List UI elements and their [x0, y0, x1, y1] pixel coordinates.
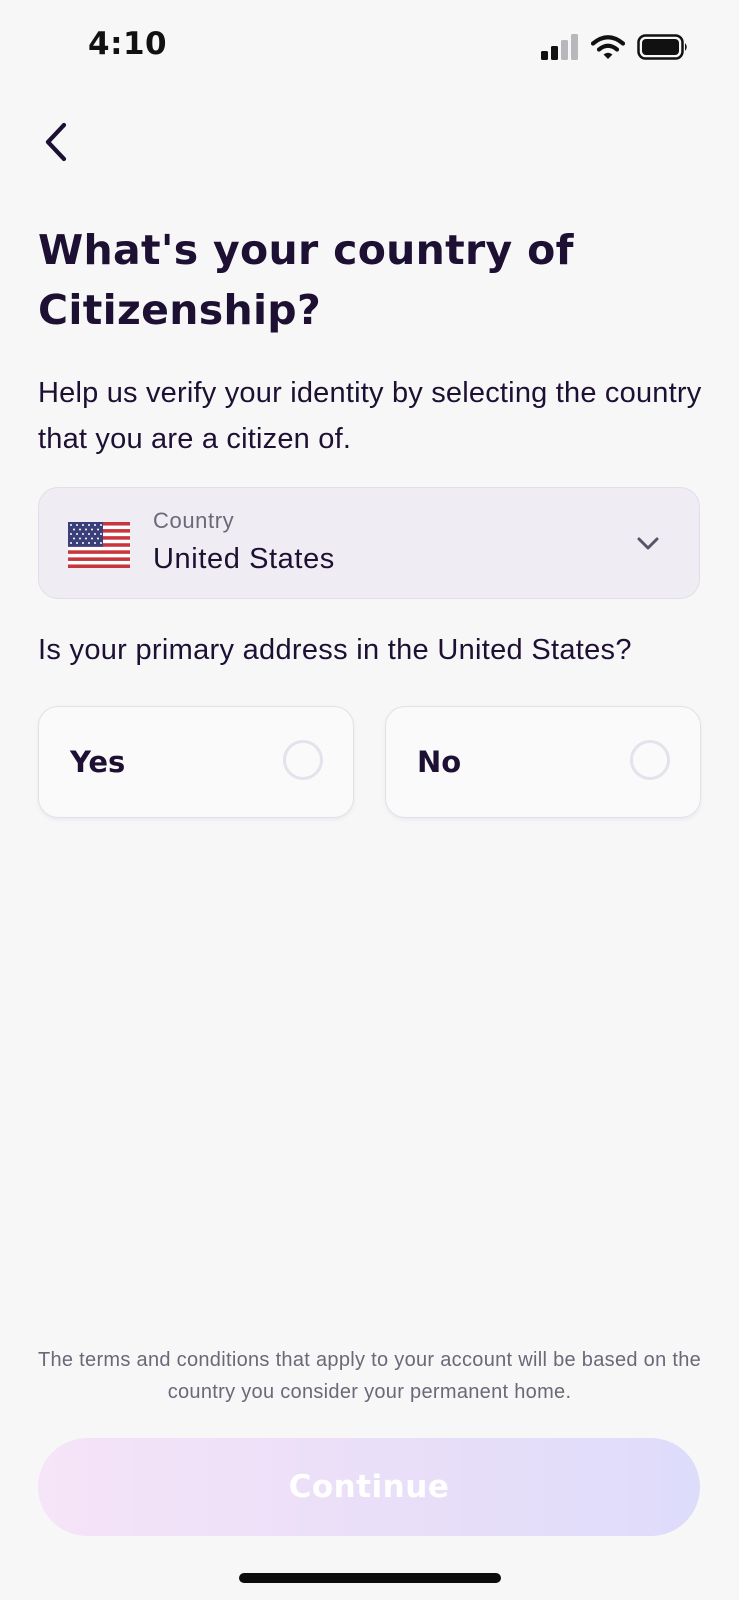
terms-text: The terms and conditions that apply to y… [37, 1349, 702, 1403]
page-title: What's your country of Citizenship? [38, 226, 574, 334]
cellular-signal-icon [541, 34, 578, 60]
back-button[interactable] [30, 112, 82, 172]
chevron-down-icon [637, 537, 659, 550]
radio-unselected-icon[interactable] [283, 740, 323, 780]
battery-icon [637, 34, 687, 60]
country-label: Country [153, 508, 235, 533]
wifi-icon [591, 35, 625, 59]
option-no-label: No [417, 745, 462, 779]
page-subtitle: Help us verify your identity by selectin… [38, 377, 702, 455]
country-value: United States [153, 543, 335, 575]
us-flag-icon [68, 522, 130, 568]
option-no[interactable]: No [385, 706, 701, 818]
home-indicator [239, 1573, 501, 1583]
continue-button[interactable]: Continue [38, 1438, 700, 1536]
status-time: 4:10 [88, 26, 168, 62]
country-select[interactable]: Country United States [38, 487, 700, 599]
status-icons [541, 34, 689, 60]
address-question: Is your primary address in the United St… [38, 634, 632, 666]
status-bar: 4:10 [0, 0, 739, 100]
radio-unselected-icon[interactable] [630, 740, 670, 780]
option-yes[interactable]: Yes [38, 706, 354, 818]
option-yes-label: Yes [70, 745, 126, 779]
chevron-left-icon [45, 122, 67, 162]
